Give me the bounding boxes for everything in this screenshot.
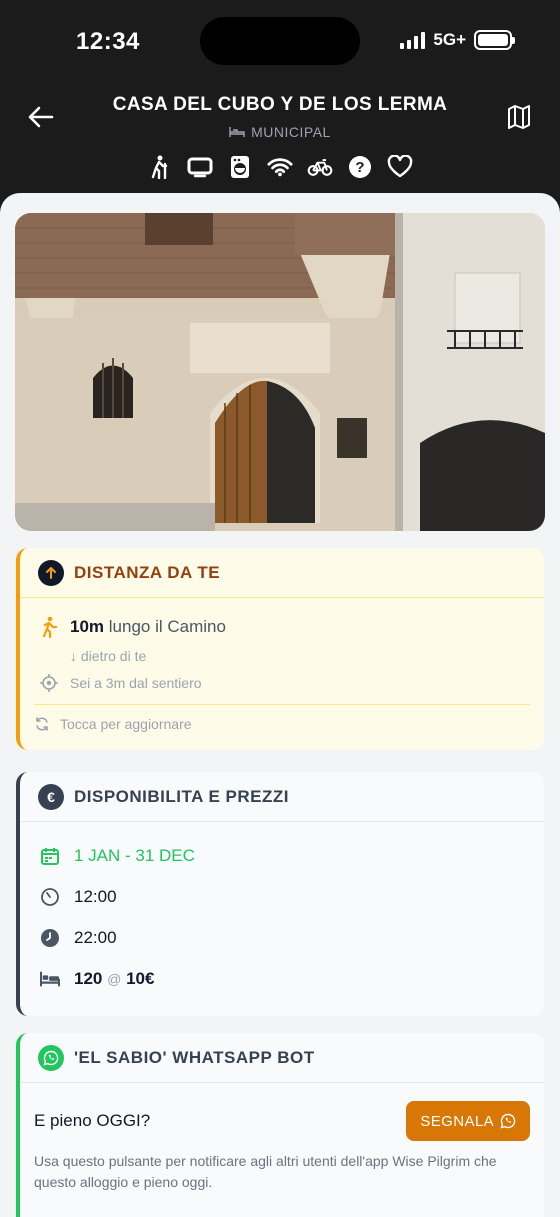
signal-icon [400,31,426,49]
tv-icon[interactable] [187,154,213,180]
offset-text: Sei a 3m dal sentiero [70,675,202,691]
price: 10€ [126,969,155,988]
whatsapp-icon [500,1113,516,1129]
close-time-row: 22:00 [40,928,117,948]
wifi-icon[interactable] [267,154,293,180]
washer-icon[interactable] [227,154,253,180]
status-time: 12:34 [76,28,140,55]
content-sheet: DISTANZA DA TE 10m lungo il Camino ↓ die… [0,193,560,1217]
open-time-row: 12:00 [40,887,117,907]
subtitle-text: MUNICIPAL [251,124,331,140]
network-label: 5G+ [433,30,466,49]
whatsapp-bot-card: 'EL SABIO' WHATSAPP BOT E pieno OGGI? SE… [16,1033,544,1217]
crosshair-icon [40,674,58,692]
amenities-bar: ? [0,154,560,180]
clock-outline-icon [40,887,60,907]
page-subtitle: MUNICIPAL [0,124,560,140]
dates-row: 1 JAN - 31 DEC [40,846,195,866]
map-button[interactable] [506,102,532,132]
albergue-photo[interactable] [15,213,545,531]
heart-icon[interactable] [387,154,413,180]
whatsapp-heading: 'EL SABIO' WHATSAPP BOT [74,1047,315,1067]
distance-text: lungo il Camino [108,617,226,636]
report-button-label: SEGNALA [420,1112,494,1130]
distance-row: 10m lungo il Camino [40,616,226,638]
euro-icon: € [38,783,64,810]
availability-card-header: € DISPONIBILITA E PREZZI [20,772,544,822]
refresh-icon [36,717,48,731]
distance-card[interactable]: DISTANZA DA TE 10m lungo il Camino ↓ die… [16,548,544,750]
calendar-icon [40,846,60,866]
distance-value: 10m [70,617,105,636]
arrow-up-icon [38,559,64,586]
beds-price-row: 120 @ 10€ [40,969,154,989]
availability-card: € DISPONIBILITA E PREZZI 1 JAN - 31 DEC … [16,772,544,1016]
dates-text: 1 JAN - 31 DEC [74,846,195,865]
report-description: Usa questo pulsante per notificare agli … [34,1153,497,1190]
availability-heading: DISPONIBILITA E PREZZI [74,786,290,806]
pilgrim-icon[interactable] [147,154,173,180]
bed-icon [40,969,60,989]
svg-text:?: ? [355,159,364,176]
direction-text: ↓ dietro di te [70,648,147,664]
walking-icon [42,616,58,638]
whatsapp-icon [38,1044,64,1071]
refresh-row[interactable]: Tocca per aggiornare [34,716,192,732]
header: CASA DEL CUBO Y DE LOS LERMA MUNICIPAL ? [0,84,560,194]
dynamic-island [200,17,360,65]
distance-card-header: DISTANZA DA TE [20,548,544,598]
whatsapp-card-header: 'EL SABIO' WHATSAPP BOT [20,1033,544,1083]
battery-icon [474,30,515,50]
distance-divider [34,704,530,705]
status-right: 5G+ [400,30,515,50]
refresh-text: Tocca per aggiornare [60,716,192,732]
beds-count: 120 [74,969,103,988]
open-time: 12:00 [74,887,117,906]
at-sign: @ [107,971,122,987]
bicycle-icon[interactable] [307,154,333,180]
status-bar: 12:34 5G+ [0,0,560,84]
distance-heading: DISTANZA DA TE [74,562,221,582]
close-time: 22:00 [74,928,117,947]
bed-icon [229,127,245,137]
report-button[interactable]: SEGNALA [406,1101,530,1141]
map-icon [508,105,530,129]
page-title: CASA DEL CUBO Y DE LOS LERMA [112,94,448,115]
help-icon[interactable]: ? [347,154,373,180]
offset-row: Sei a 3m dal sentiero [40,674,202,692]
clock-filled-icon [40,928,60,948]
full-today-question: E pieno OGGI? [34,1111,151,1130]
